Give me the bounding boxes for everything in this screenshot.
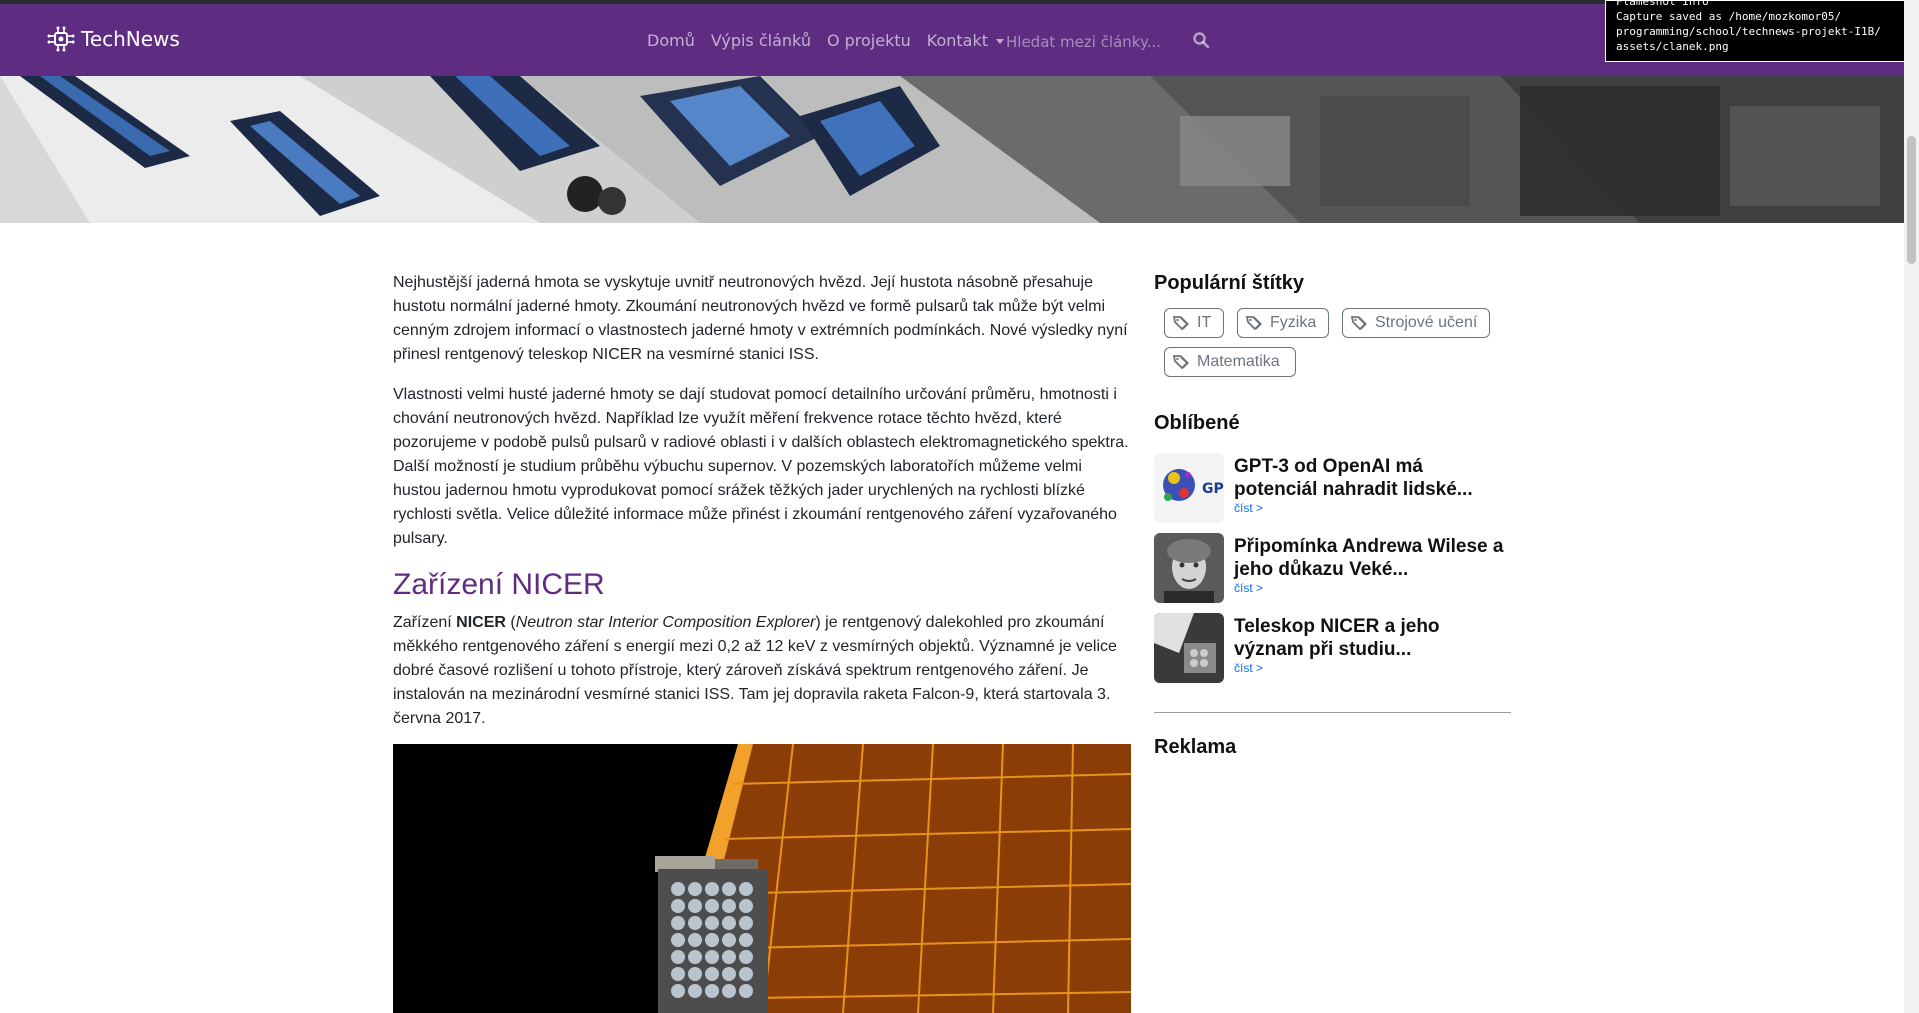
sidebar-divider	[1154, 712, 1511, 713]
tag-it[interactable]: IT	[1164, 308, 1224, 338]
article-paragraph: Vlastnosti velmi husté jaderné hmoty se …	[393, 386, 1129, 547]
favorite-title[interactable]: Připomínka Andrewa Wilese a jeho důkazu …	[1234, 535, 1511, 581]
search-icon	[1193, 31, 1210, 48]
tag-fyzika[interactable]: Fyzika	[1237, 308, 1329, 338]
caret-down-icon	[996, 39, 1005, 44]
text-span: Zařízení	[393, 614, 457, 631]
scrollbar-thumb[interactable]	[1907, 136, 1916, 264]
nav-dropdown-label: Kontakt	[926, 31, 989, 50]
favorite-title[interactable]: Teleskop NICER a jeho význam při studiu.…	[1234, 615, 1511, 661]
favorite-article[interactable]: Teleskop NICER a jeho význam při studiu.…	[1154, 613, 1511, 683]
nav-link-articles[interactable]: Výpis článků	[711, 31, 811, 50]
notification-line: Capture saved as /home/mozkomor05/	[1616, 10, 1842, 23]
ads-heading: Reklama	[1154, 736, 1237, 758]
article-paragraph: Zařízení NICER (Neutron star Interior Co…	[393, 611, 1130, 731]
notification-title: Flameshot Info	[1616, 0, 1709, 8]
notification-line: programming/school/technews-projekt-I1B/	[1616, 25, 1881, 38]
tags-icon	[1246, 316, 1262, 331]
tag-strojove-uceni[interactable]: Strojové učení	[1342, 308, 1490, 338]
tag-label: Matematika	[1197, 353, 1280, 370]
brand-name: TechNews	[81, 27, 180, 51]
favorite-thumbnail	[1154, 533, 1224, 603]
article-section-heading: Zařízení NICER	[393, 568, 605, 601]
notification-line: assets/clanek.png	[1616, 40, 1729, 53]
favorite-article[interactable]: GP GPT-3 od OpenAI má potenciál nahradit…	[1154, 453, 1511, 523]
tag-label: Fyzika	[1270, 314, 1317, 331]
tag-matematika[interactable]: Matematika	[1164, 347, 1296, 377]
popular-tags-heading: Populární štítky	[1154, 272, 1305, 294]
search-button[interactable]	[1190, 30, 1212, 52]
circuit-icon	[47, 26, 75, 52]
text-span: (	[505, 614, 516, 631]
read-more-link[interactable]: číst >	[1234, 581, 1263, 595]
favorites-heading: Oblíbené	[1154, 412, 1240, 434]
space-station-illustration	[0, 76, 1904, 223]
bold-term: NICER	[456, 614, 506, 631]
svg-text:GP: GP	[1202, 481, 1224, 497]
tags-icon	[1173, 355, 1189, 370]
page-scrollbar[interactable]	[1904, 0, 1919, 1013]
read-more-link[interactable]: číst >	[1234, 501, 1263, 515]
article-body: Nejhustější jaderná hmota se vyskytuje u…	[393, 271, 1130, 747]
tags-icon	[1351, 316, 1367, 331]
article-paragraph: Nejhustější jaderná hmota se vyskytuje u…	[393, 274, 1128, 363]
tag-label: IT	[1197, 314, 1212, 331]
nav-link-about[interactable]: O projektu	[827, 31, 911, 50]
tags-icon	[1173, 316, 1189, 331]
search-input[interactable]	[1006, 26, 1176, 58]
nicer-image	[393, 744, 1131, 1013]
tag-label: Strojové učení	[1375, 314, 1478, 331]
screenshot-tool-notification: Flameshot Info Capture saved as /home/mo…	[1605, 0, 1908, 62]
italic-term: Neutron star Interior Composition Explor…	[515, 614, 816, 631]
article-hero-image	[0, 76, 1904, 223]
favorite-article[interactable]: Připomínka Andrewa Wilese a jeho důkazu …	[1154, 533, 1511, 603]
favorite-thumbnail	[1154, 613, 1224, 683]
nicer-telescope-illustration	[393, 744, 1131, 1013]
favorite-title[interactable]: GPT-3 od OpenAI má potenciál nahradit li…	[1234, 455, 1511, 501]
brand-link[interactable]: TechNews	[46, 26, 180, 52]
nav-dropdown-contact[interactable]: Kontakt	[926, 31, 1005, 50]
nav-link-home[interactable]: Domů	[647, 31, 695, 50]
read-more-link[interactable]: číst >	[1234, 661, 1263, 675]
nav-links: Domů Výpis článků O projektu Kontakt	[647, 31, 1005, 50]
favorite-thumbnail: GP	[1154, 453, 1224, 523]
